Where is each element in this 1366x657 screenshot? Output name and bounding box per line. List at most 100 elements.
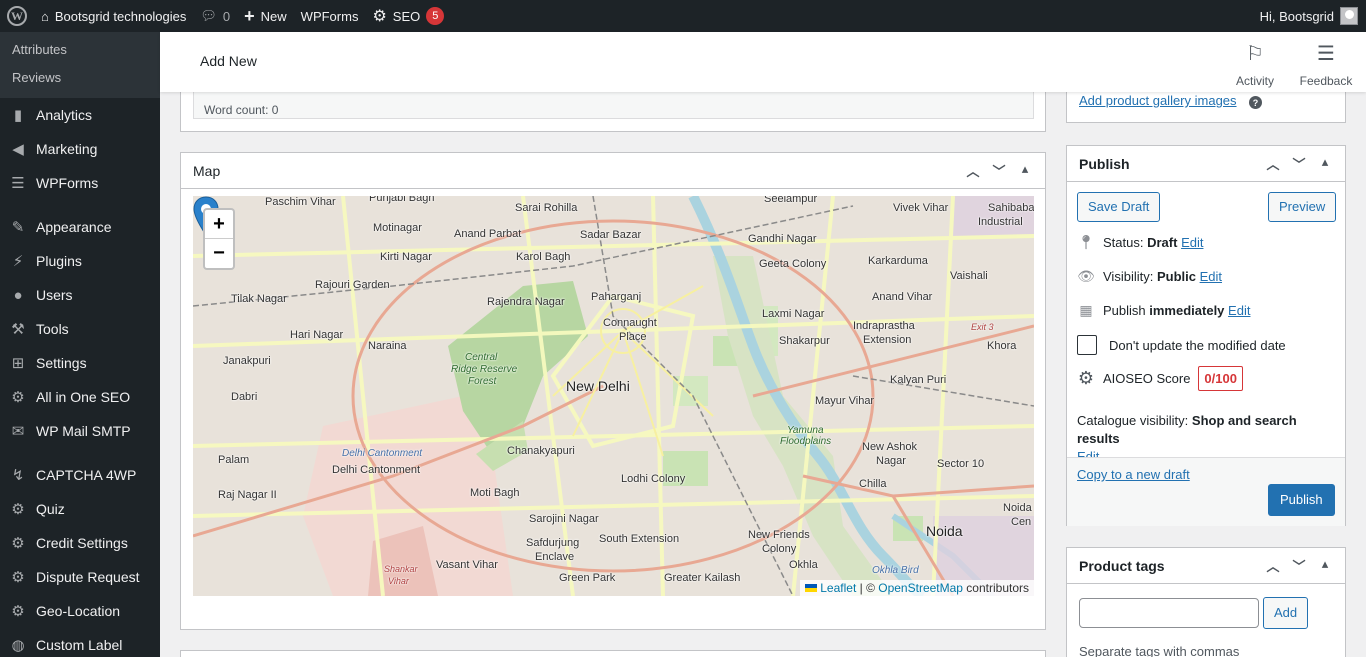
move-down-icon[interactable]: ﹀ (1291, 556, 1307, 575)
submenu-item-attributes[interactable]: Attributes (0, 36, 160, 64)
map-label-new-delhi: New Delhi (566, 378, 630, 394)
feedback-label: Feedback (1299, 74, 1353, 88)
submenu-item-reviews[interactable]: Reviews (0, 64, 160, 92)
product-tags-input[interactable] (1079, 598, 1259, 628)
map-label: South Extension (599, 533, 680, 545)
plug-icon: ⚡ (12, 253, 24, 270)
status-value: Draft (1147, 235, 1178, 250)
next-postbox (180, 650, 1046, 657)
sidebar-item-users[interactable]: ● Users (0, 278, 160, 312)
aioseo-score-badge[interactable]: 0/100 (1198, 366, 1243, 391)
site-name-link[interactable]: ⌂ Bootsgrid technologies (34, 0, 193, 32)
sidebar-item-appearance[interactable]: ✎ Appearance (0, 210, 160, 244)
sidebar-item-credit-settings[interactable]: ⚙ Credit Settings (0, 526, 160, 560)
collapse-toggle-icon[interactable]: ▴ (1017, 161, 1033, 180)
preview-button[interactable]: Preview (1268, 192, 1337, 222)
dont-update-row: Don't update the modified date (1077, 335, 1286, 355)
publish-button[interactable]: Publish (1268, 484, 1335, 516)
copy-to-new-draft-link[interactable]: Copy to a new draft (1077, 467, 1190, 482)
word-count: Word count: 0 (193, 90, 1034, 119)
sliders-icon: ⊞ (11, 355, 25, 372)
move-up-icon[interactable]: ︿ (1265, 154, 1281, 173)
add-gallery-images-link[interactable]: Add product gallery images (1079, 93, 1237, 108)
attribution-separator: | © (856, 581, 879, 595)
seo-link[interactable]: ⚙ SEO 5 (365, 0, 451, 32)
gear-icon: ⚙ (11, 603, 25, 620)
home-icon: ⌂ (41, 8, 49, 24)
sidebar-item-quiz[interactable]: ⚙ Quiz (0, 492, 160, 526)
globe-icon: ◍ (11, 637, 25, 654)
feedback-icon: ☰ (1317, 43, 1335, 65)
publish-date-row: ▦ Publish immediately Edit (1077, 302, 1250, 319)
sidebar-item-all-in-one-seo[interactable]: ⚙ All in One SEO (0, 380, 160, 414)
activity-button[interactable]: ⚐ Activity (1220, 42, 1290, 88)
sidebar-item-wpforms[interactable]: ☰ WPForms (0, 166, 160, 200)
move-up-icon[interactable]: ︿ (1265, 556, 1281, 575)
seo-notification-badge: 5 (426, 7, 445, 25)
flag-icon: ⚐ (1246, 43, 1264, 65)
edit-visibility-link[interactable]: Edit (1200, 269, 1222, 284)
map-label: Yamuna (787, 425, 824, 436)
move-up-icon[interactable]: ︿ (965, 161, 981, 180)
collapse-toggle-icon[interactable]: ▴ (1317, 556, 1333, 575)
sidebar-item-marketing[interactable]: ◀ Marketing (0, 132, 160, 166)
openstreetmap-link[interactable]: OpenStreetMap (878, 581, 963, 595)
wpforms-link[interactable]: WPForms (294, 0, 366, 32)
sidebar-item-plugins[interactable]: ⚡ Plugins (0, 244, 160, 278)
aioseo-gear-icon: ⚙ (372, 8, 387, 25)
sidebar-item-dispute-request[interactable]: ⚙ Dispute Request (0, 560, 160, 594)
product-gallery-box: Add product gallery images ? (1066, 88, 1346, 123)
wp-logo-menu[interactable]: W (0, 0, 34, 32)
sidebar-item-label: All in One SEO (36, 389, 131, 405)
publish-actions: Copy to a new draft Publish (1067, 457, 1345, 526)
sidebar-item-settings[interactable]: ⊞ Settings (0, 346, 160, 380)
feedback-button[interactable]: ☰ Feedback (1291, 42, 1361, 88)
save-draft-button[interactable]: Save Draft (1077, 192, 1161, 222)
map-label: Nagar (876, 455, 906, 467)
move-down-icon[interactable]: ﹀ (991, 161, 1007, 180)
dont-update-label: Don't update the modified date (1109, 337, 1286, 353)
ukraine-flag-icon (805, 584, 818, 592)
publish-box: Publish ︿ ﹀ ▴ Save Draft Preview 📍︎ Stat… (1066, 145, 1346, 526)
sidebar-item-custom-label[interactable]: ◍ Custom Label (0, 628, 160, 657)
my-account-link[interactable]: Hi, Bootsgrid (1253, 0, 1366, 32)
leaflet-link[interactable]: Leaflet (805, 581, 856, 595)
avatar (1340, 7, 1358, 25)
map-label: Naraina (368, 340, 407, 352)
map-label: Seelampur (764, 196, 818, 205)
user-icon: ● (13, 286, 23, 304)
add-tag-button[interactable]: Add (1263, 597, 1309, 629)
sidebar-item-label: WPForms (36, 175, 99, 191)
plus-icon: + (244, 5, 255, 26)
sidebar-item-captcha-4wp[interactable]: ↯ CAPTCHA 4WP (0, 458, 160, 492)
paintbrush-icon: ✎ (11, 219, 25, 236)
sidebar-item-analytics[interactable]: ▮ Analytics (0, 98, 160, 132)
sidebar-item-wp-mail-smtp[interactable]: ✉ WP Mail SMTP (0, 414, 160, 448)
map-label: Moti Bagh (470, 487, 520, 499)
edit-status-link[interactable]: Edit (1181, 235, 1203, 250)
map-label: Vihar (388, 576, 409, 586)
new-content-link[interactable]: + New (237, 0, 294, 32)
collapse-toggle-icon[interactable]: ▴ (1317, 154, 1333, 173)
comments-link[interactable]: 💬︎ 0 (193, 0, 237, 32)
zoom-in-button[interactable]: + (205, 210, 233, 239)
map-label: Connaught (603, 317, 657, 329)
sidebar-item-tools[interactable]: ⚒ Tools (0, 312, 160, 346)
sidebar-item-geo-location[interactable]: ⚙ Geo-Location (0, 594, 160, 628)
seo-label: SEO (392, 8, 421, 24)
dont-update-checkbox[interactable] (1077, 335, 1097, 355)
map-label: Indraprastha (853, 320, 915, 332)
zoom-out-button[interactable]: − (205, 239, 233, 268)
move-down-icon[interactable]: ﹀ (1291, 154, 1307, 173)
edit-publish-date-link[interactable]: Edit (1228, 303, 1250, 318)
map-label: Paschim Vihar (265, 196, 336, 208)
catalogue-visibility-label: Catalogue visibility: (1077, 413, 1189, 428)
help-icon[interactable]: ? (1249, 96, 1262, 109)
wpforms-label: WPForms (300, 8, 359, 24)
map-canvas[interactable]: + − Paschim Vihar Punjabi Bagh Sarai Roh… (193, 196, 1034, 596)
map-label: Delhi Cantonment (342, 448, 423, 459)
map-label: Shakarpur (779, 335, 830, 347)
map-label: Karkarduma (868, 255, 928, 267)
aioseo-row: ⚙ AIOSEO Score 0/100 (1077, 366, 1243, 391)
map-label: Paharganj (591, 291, 642, 303)
